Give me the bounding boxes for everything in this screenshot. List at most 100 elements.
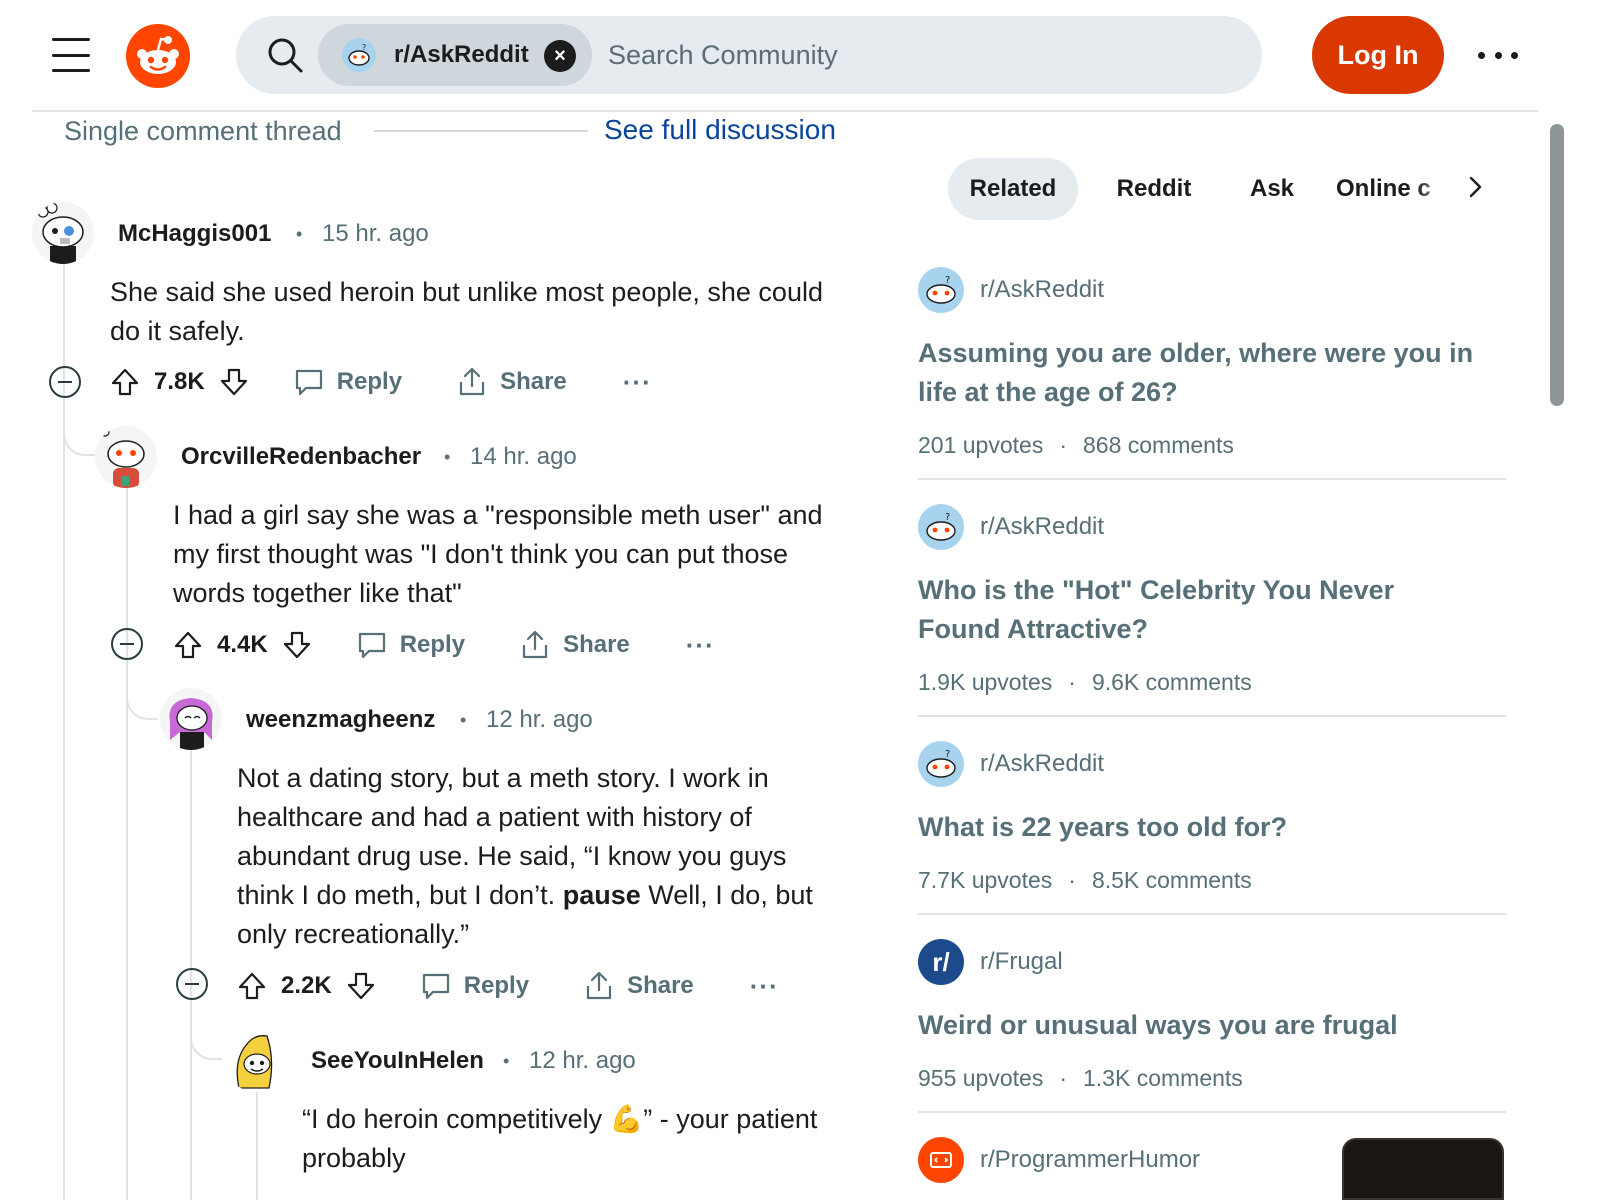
askreddit-avatar-icon: ? xyxy=(342,38,376,72)
avatar[interactable] xyxy=(160,688,222,750)
flexed-biceps-emoji: 💪 xyxy=(609,1104,644,1134)
related-post[interactable]: r/ r/Frugal Weird or unusual ways you ar… xyxy=(918,938,1506,1092)
see-full-discussion-link[interactable]: See full discussion xyxy=(604,114,836,146)
comment-body-line: only recreationally.” xyxy=(237,919,470,949)
title-line: Assuming you are older, where were you i… xyxy=(918,338,1474,368)
comment-overflow-icon[interactable]: ··· xyxy=(686,630,715,661)
share-icon xyxy=(586,971,612,1000)
comment-username[interactable]: McHaggis001 xyxy=(118,220,271,248)
upvote-icon[interactable] xyxy=(173,630,203,660)
upvote-icon[interactable] xyxy=(237,971,267,1001)
comment-actions: 4.4K Reply Share ··· xyxy=(173,625,715,665)
stat-separator: · xyxy=(1059,432,1067,458)
title-line: Weird or unusual ways you are frugal xyxy=(918,1010,1398,1040)
text-run: Well, I do, but xyxy=(648,880,813,910)
share-label: Share xyxy=(500,368,567,395)
comment-body: She said she used heroin but unlike most… xyxy=(110,273,890,351)
subreddit-name[interactable]: r/Frugal xyxy=(980,948,1063,976)
related-post-title[interactable]: Who is the "Hot" Celebrity You Never Fou… xyxy=(918,571,1506,649)
subreddit-name[interactable]: r/AskReddit xyxy=(980,750,1104,778)
community-filter-chip[interactable]: ? r/AskReddit × xyxy=(318,24,592,86)
reply-bubble-icon xyxy=(422,973,449,1000)
chevron-right-icon[interactable] xyxy=(1460,172,1490,202)
vote-count: 2.2K xyxy=(281,972,332,999)
subreddit-name[interactable]: r/AskReddit xyxy=(980,513,1104,541)
comment-username[interactable]: weenzmagheenz xyxy=(246,706,435,734)
clear-community-icon[interactable]: × xyxy=(544,40,576,72)
related-post-title[interactable]: Assuming you are older, where were you i… xyxy=(918,334,1506,412)
upvote-icon[interactable] xyxy=(110,367,140,397)
related-post[interactable]: ? r/AskReddit What is 22 years too old f… xyxy=(918,740,1506,894)
comment-count: 1.3K comments xyxy=(1083,1065,1243,1091)
collapse-thread-icon[interactable] xyxy=(176,968,208,1000)
askreddit-avatar-icon: ? xyxy=(918,267,964,313)
comment-username[interactable]: SeeYouInHelen xyxy=(311,1047,484,1075)
search-input[interactable] xyxy=(608,34,1208,76)
share-button[interactable]: Share xyxy=(519,629,630,661)
reply-button[interactable]: Reply xyxy=(420,970,529,1002)
comment-body-line: She said she used heroin but unlike most… xyxy=(110,277,823,307)
stat-separator: · xyxy=(1068,867,1076,893)
header-divider xyxy=(32,110,1538,112)
comment-body-line: abundant drug use. He said, “I know you … xyxy=(237,841,787,871)
title-line: life at the age of 26? xyxy=(918,377,1178,407)
tab-reddit[interactable]: Reddit xyxy=(1092,158,1216,220)
share-button[interactable]: Share xyxy=(456,366,567,398)
reply-button[interactable]: Reply xyxy=(293,366,402,398)
collapse-thread-icon[interactable] xyxy=(111,628,143,660)
comment-count: 9.6K comments xyxy=(1091,669,1252,695)
subreddit-name[interactable]: r/AskReddit xyxy=(980,276,1104,304)
title-line: Found Attractive? xyxy=(918,614,1149,644)
related-post-thumbnail[interactable] xyxy=(1342,1138,1504,1200)
tab-ask[interactable]: Ask xyxy=(1230,158,1314,220)
related-post[interactable]: ? r/AskReddit Assuming you are older, wh… xyxy=(918,266,1506,459)
comment-timestamp[interactable]: 14 hr. ago xyxy=(470,443,577,471)
comment-username[interactable]: OrcvilleRedenbacher xyxy=(181,443,421,471)
title-line: Who is the "Hot" Celebrity You Never xyxy=(918,575,1395,605)
tab-related[interactable]: Related xyxy=(948,158,1078,220)
related-post-stats: 1.9K upvotes · 9.6K comments xyxy=(918,669,1506,696)
related-post-title[interactable]: Weird or unusual ways you are frugal xyxy=(918,1006,1506,1045)
comment-body-line: words together like that" xyxy=(173,578,462,608)
login-button[interactable]: Log In xyxy=(1312,16,1444,94)
avatar[interactable] xyxy=(32,202,94,264)
related-post-title[interactable]: What is 22 years too old for? xyxy=(918,808,1506,847)
downvote-icon[interactable] xyxy=(346,971,376,1001)
upvote-count: 7.7K upvotes xyxy=(918,867,1053,893)
comment-body-line: I had a girl say she was a "responsible … xyxy=(173,500,823,530)
comment-timestamp[interactable]: 12 hr. ago xyxy=(529,1047,636,1075)
comment-body-line: healthcare and had a patient with histor… xyxy=(237,802,752,832)
subreddit-name[interactable]: r/ProgrammerHumor xyxy=(980,1146,1200,1174)
downvote-icon[interactable] xyxy=(282,630,312,660)
related-post-subreddit: r/ r/Frugal xyxy=(918,938,1506,986)
reply-bubble-icon xyxy=(358,632,385,659)
reply-label: Reply xyxy=(399,631,466,658)
related-post-stats: 201 upvotes · 868 comments xyxy=(918,432,1506,459)
comment-overflow-icon[interactable]: ··· xyxy=(623,367,652,398)
related-post[interactable]: ? r/AskReddit Who is the "Hot" Celebrity… xyxy=(918,503,1506,696)
snoo-avatar-icon xyxy=(236,1035,273,1089)
reddit-logo[interactable] xyxy=(126,24,190,88)
more-options-icon[interactable] xyxy=(1478,38,1518,72)
avatar[interactable] xyxy=(225,1030,287,1092)
downvote-icon[interactable] xyxy=(219,367,249,397)
comment-timestamp[interactable]: 15 hr. ago xyxy=(322,220,429,248)
comment-timestamp[interactable]: 12 hr. ago xyxy=(486,706,593,734)
meta-separator: • xyxy=(444,447,451,467)
share-button[interactable]: Share xyxy=(583,970,694,1002)
related-divider xyxy=(918,1111,1506,1113)
programmerhumor-avatar-icon xyxy=(918,1137,964,1183)
comment-actions: 7.8K Reply Share ··· xyxy=(110,362,652,402)
search-bar[interactable]: ? r/AskReddit × xyxy=(236,16,1262,94)
vote-count: 7.8K xyxy=(154,368,205,395)
scrollbar[interactable] xyxy=(1550,124,1564,406)
comment-overflow-icon[interactable]: ··· xyxy=(750,971,779,1002)
avatar[interactable] xyxy=(95,426,157,488)
upvote-count: 1.9K upvotes xyxy=(918,669,1053,695)
top-header: ? r/AskReddit × Log In xyxy=(0,0,1600,112)
reply-button[interactable]: Reply xyxy=(356,629,465,661)
thread-bar-divider xyxy=(374,130,588,132)
menu-icon[interactable] xyxy=(52,38,90,72)
collapse-thread-icon[interactable] xyxy=(49,366,81,398)
related-divider xyxy=(918,478,1506,480)
